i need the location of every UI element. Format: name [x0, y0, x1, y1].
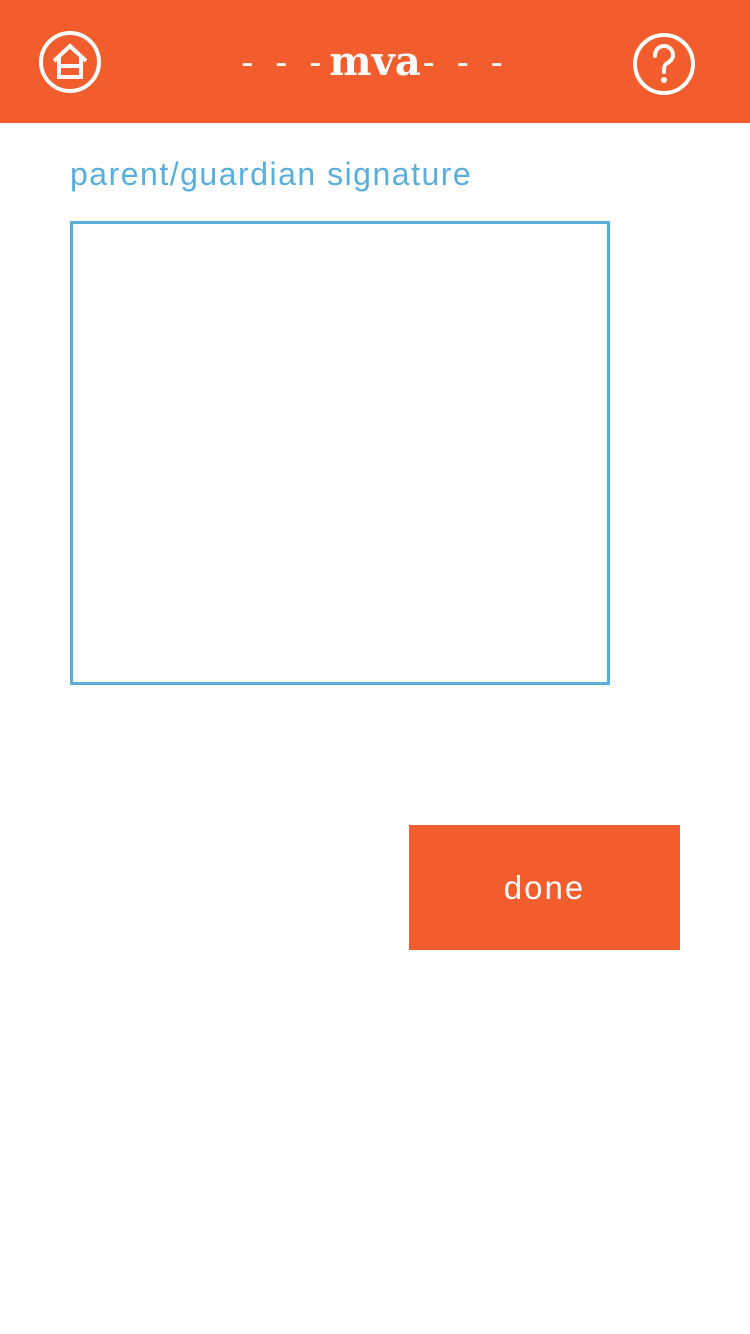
home-icon	[39, 31, 101, 93]
title-text: mva	[329, 38, 421, 85]
title-suffix: - - -	[422, 40, 509, 82]
done-button[interactable]: done	[409, 825, 680, 950]
help-button[interactable]	[632, 32, 696, 96]
home-button[interactable]	[38, 30, 102, 94]
help-icon	[633, 33, 695, 95]
signature-pad[interactable]	[70, 221, 610, 685]
title-prefix: - - -	[241, 40, 328, 82]
app-header: - - - mva - - -	[0, 0, 750, 123]
signature-label: parent/guardian signature	[70, 156, 473, 192]
signature-screen: - - - mva - - - parent/guardian signatur…	[0, 0, 750, 1334]
